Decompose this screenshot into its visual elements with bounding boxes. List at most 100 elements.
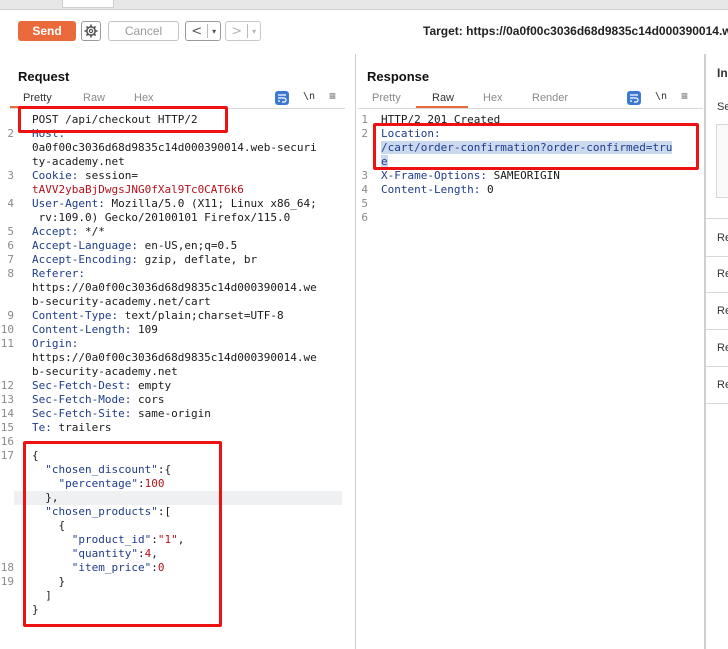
- inspector-row[interactable]: Re: [717, 232, 728, 244]
- header-value: */*: [78, 225, 105, 238]
- request-line: 0a0f00c3036d68d9835c14d000390014.web-sec…: [32, 141, 317, 155]
- request-line: Te: trailers: [32, 421, 111, 435]
- line-number: 16: [0, 435, 14, 448]
- back-history-dropdown-icon[interactable]: ▾: [208, 27, 220, 36]
- header-value: trailers: [51, 421, 112, 434]
- back-button[interactable]: < ▾: [185, 21, 221, 41]
- cancel-button[interactable]: Cancel: [108, 21, 179, 41]
- header-name: Location:: [381, 127, 441, 140]
- header-name: Host:: [32, 127, 66, 140]
- json-line: "chosen_discount":{: [32, 463, 171, 477]
- gear-icon: [84, 24, 98, 38]
- inspector-row[interactable]: Re: [717, 342, 728, 354]
- line-number: 12: [0, 379, 14, 392]
- send-button[interactable]: Send: [18, 21, 76, 41]
- header-name: Origin:: [32, 337, 79, 350]
- request-line: https://0a0f00c3036d68d9835c14d000390014…: [32, 281, 317, 295]
- header-value: rv:109.0) Gecko/20100101 Firefox/115.0: [32, 211, 291, 224]
- request-line: POST /api/checkout HTTP/2: [32, 113, 198, 127]
- show-newlines-toggle[interactable]: \n: [655, 91, 671, 105]
- json-key: "quantity": [71, 547, 138, 560]
- header-value: tAVV2ybaBjDwgsJNG0fXal9Tc0CAT6k6: [32, 183, 244, 196]
- request-line: Origin:: [32, 337, 78, 351]
- header-name: Cookie:: [32, 169, 79, 182]
- header-value: SAMEORIGIN: [486, 169, 560, 182]
- inspector-row[interactable]: Re: [717, 268, 728, 280]
- request-editor[interactable]: POST /api/checkout HTTP/2 2 Host: 0a0f00c30…: [0, 113, 355, 649]
- repeater-toolbar: Send Cancel < ▾ > ▾ Target: https://0a0f…: [0, 10, 728, 54]
- json-punct: }: [32, 603, 39, 616]
- header-name: Content-Length:: [32, 323, 132, 336]
- line-number: 14: [0, 407, 14, 420]
- tab-pretty[interactable]: Pretty: [23, 92, 52, 104]
- line-number: 3: [7, 169, 14, 182]
- json-punct: [32, 561, 72, 574]
- wrap-lines-icon[interactable]: [275, 91, 289, 105]
- inspector-row[interactable]: Re: [717, 379, 728, 391]
- json-key: "product_id": [71, 533, 152, 546]
- panel-divider[interactable]: [355, 54, 356, 649]
- json-punct: ,: [151, 547, 158, 560]
- active-top-tab[interactable]: [62, 0, 114, 8]
- json-value: 100: [144, 477, 165, 490]
- response-editor[interactable]: 1 HTTP/2 201 Created 2 Location:/cart/order…: [358, 113, 703, 313]
- forward-history-dropdown-icon[interactable]: ▾: [248, 27, 260, 36]
- target-url[interactable]: Target: https://0a0f00c3036d68d9835c14d0…: [423, 24, 728, 38]
- json-punct: [32, 463, 45, 476]
- inspector-row[interactable]: Re: [717, 305, 728, 317]
- response-menu-icon[interactable]: ≡: [681, 89, 695, 103]
- forward-arrow-icon: >: [231, 23, 243, 39]
- header-name: X-Frame-Options:: [381, 169, 487, 182]
- tab-hex[interactable]: Hex: [134, 92, 154, 104]
- header-name: Sec-Fetch-Dest:: [32, 379, 132, 392]
- request-line: Sec-Fetch-Dest: empty: [32, 379, 171, 393]
- json-key: "percentage": [58, 477, 138, 490]
- json-punct: :: [151, 533, 158, 546]
- response-line: Content-Length: 0: [381, 183, 494, 197]
- header-value: empty: [131, 379, 172, 392]
- tab-pretty[interactable]: Pretty: [372, 92, 401, 104]
- line-number: 9: [7, 309, 14, 322]
- line-number: 17: [0, 449, 14, 462]
- json-punct: :: [151, 561, 158, 574]
- header-value: POST /api/checkout HTTP/2: [32, 113, 198, 126]
- request-panel: Request Pretty Raw Hex \n ≡ POST /api/ch…: [0, 54, 355, 649]
- wrap-lines-icon[interactable]: [627, 91, 641, 105]
- json-punct: [32, 533, 72, 546]
- line-number: 15: [0, 421, 14, 434]
- request-line: Cookie: session=: [32, 169, 138, 183]
- header-name: Content-Length:: [381, 183, 481, 196]
- json-punct: },: [32, 491, 59, 504]
- tab-hex[interactable]: Hex: [483, 92, 503, 104]
- request-menu-icon[interactable]: ≡: [329, 89, 343, 103]
- header-value: Mozilla/5.0 (X11; Linux x86_64;: [104, 197, 317, 210]
- settings-button[interactable]: [81, 21, 101, 41]
- forward-button[interactable]: > ▾: [225, 21, 261, 41]
- header-value: ty-academy.net: [32, 155, 125, 168]
- request-line: Content-Length: 109: [32, 323, 158, 337]
- tab-raw[interactable]: Raw: [432, 92, 454, 104]
- inspector-panel: In Se Re Re Re Re Re: [705, 54, 728, 649]
- json-punct: :[: [157, 505, 172, 518]
- header-value: cors: [131, 393, 165, 406]
- json-punct: :{: [157, 463, 172, 476]
- request-line: Sec-Fetch-Site: same-origin: [32, 407, 211, 421]
- line-number: 19: [0, 575, 14, 588]
- json-line: "item_price":0: [32, 561, 165, 575]
- json-punct: ]: [32, 589, 52, 602]
- json-punct: ,: [177, 533, 185, 546]
- show-newlines-toggle[interactable]: \n: [303, 91, 319, 105]
- line-number: 8: [7, 267, 14, 280]
- request-line: Accept-Language: en-US,en;q=0.5: [32, 239, 237, 253]
- header-value: session=: [78, 169, 138, 182]
- response-panel: Response Pretty Raw Hex Render \n ≡ 1 HTT…: [358, 54, 703, 649]
- header-name: User-Agent:: [32, 197, 105, 210]
- line-number: 6: [7, 239, 14, 252]
- tab-raw[interactable]: Raw: [83, 92, 105, 104]
- header-name: Sec-Fetch-Site:: [32, 407, 132, 420]
- line-number: 5: [361, 197, 368, 210]
- request-line: User-Agent: Mozilla/5.0 (X11; Linux x86_…: [32, 197, 317, 211]
- inspector-title: In: [717, 66, 728, 80]
- json-punct: [32, 505, 45, 518]
- tab-render[interactable]: Render: [532, 92, 568, 104]
